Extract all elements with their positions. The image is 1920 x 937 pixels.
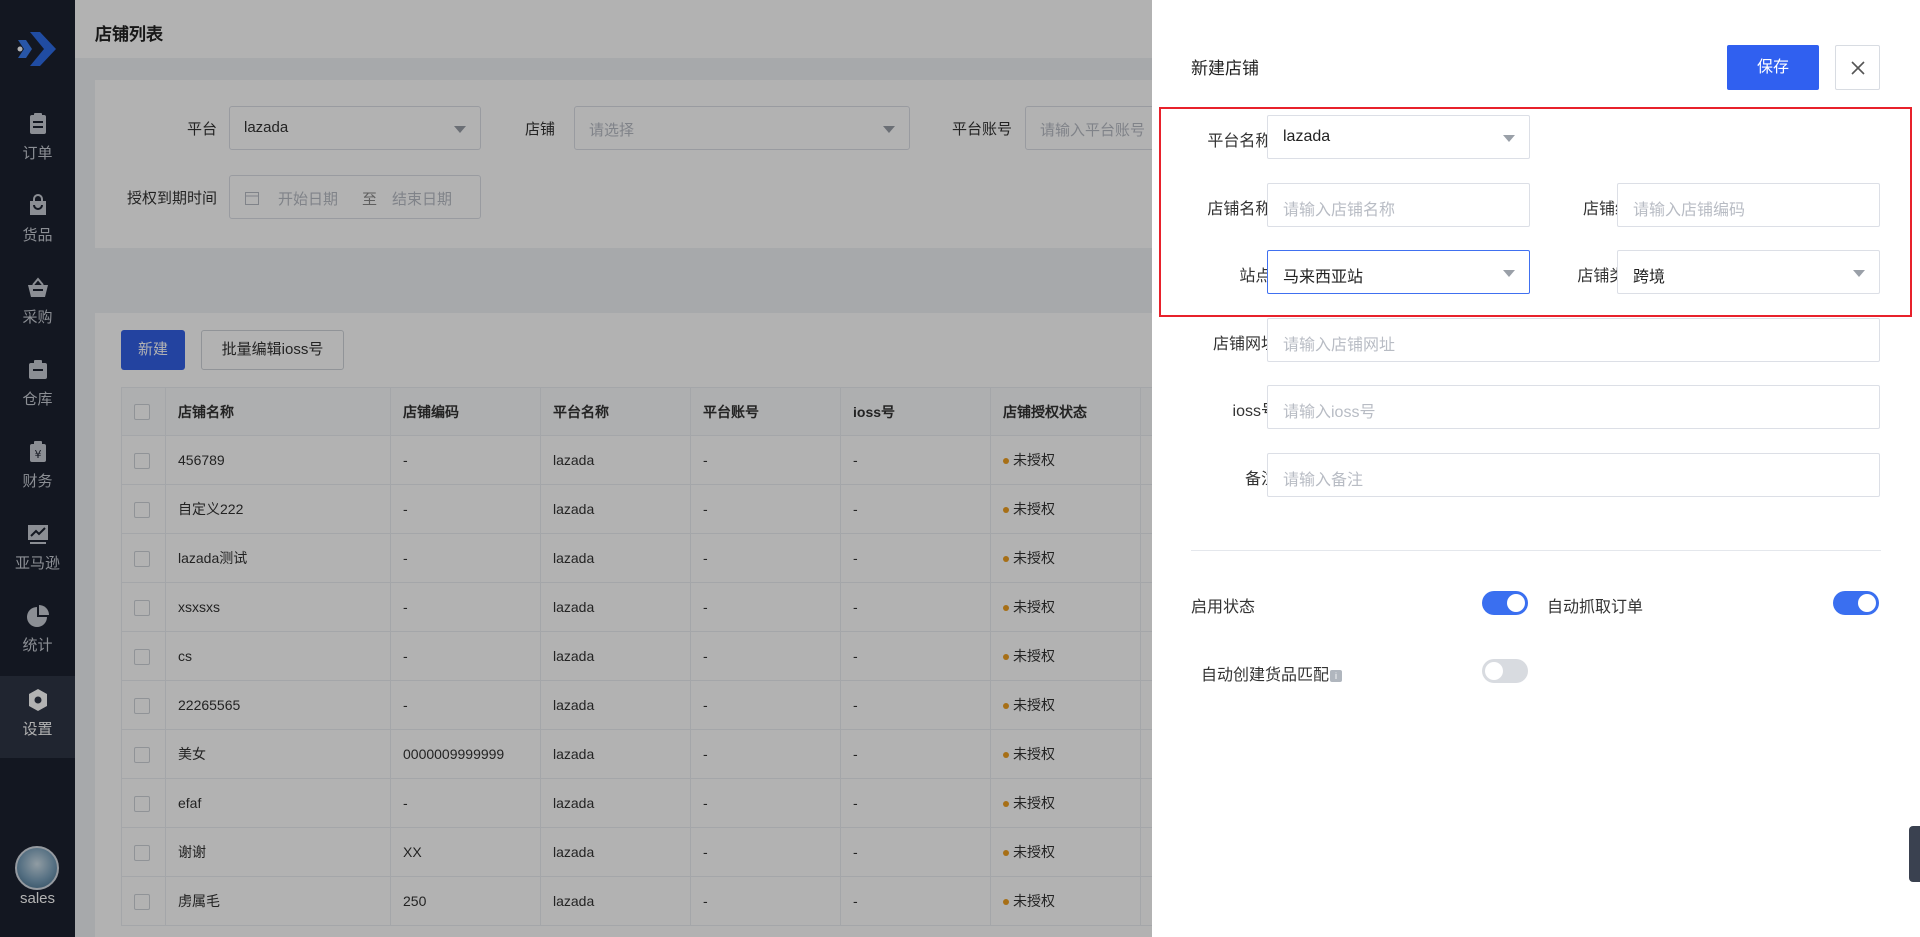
auto-match-goods-label: 自动创建货品匹配 i (1201, 661, 1343, 685)
site-value: 马来西亚站 (1283, 269, 1364, 286)
new-store-drawer: 新建店铺 保存 平台名称* lazada 店铺名称* 请输入店铺名称 店铺编码 … (1152, 0, 1920, 937)
site-select[interactable]: 马来西亚站 (1267, 250, 1530, 294)
platform-name-label-text: 平台名称 (1207, 133, 1272, 150)
side-widget-handle[interactable] (1909, 826, 1920, 882)
store-type-value: 跨境 (1633, 269, 1666, 286)
chevron-down-icon (1503, 135, 1515, 142)
chevron-down-icon (1853, 270, 1865, 277)
store-url-label: 店铺网址 (1212, 336, 1277, 353)
store-url-input[interactable]: 请输入店铺网址 (1267, 318, 1880, 362)
auto-match-goods-label-text: 自动创建货品匹配 (1201, 667, 1330, 684)
toggle-knob (1858, 594, 1876, 612)
auto-fetch-orders-label: 自动抓取订单 (1547, 599, 1644, 616)
chevron-down-icon (1503, 270, 1515, 277)
toggle-knob (1485, 662, 1503, 680)
enable-status-label: 启用状态 (1191, 599, 1256, 616)
platform-name-select[interactable]: lazada (1267, 115, 1530, 159)
store-name-input[interactable]: 请输入店铺名称 (1267, 183, 1530, 227)
store-name-label-text: 店铺名称 (1207, 201, 1272, 218)
store-name-placeholder: 请输入店铺名称 (1283, 202, 1396, 219)
auto-fetch-orders-toggle[interactable] (1833, 591, 1879, 615)
enable-status-toggle[interactable] (1482, 591, 1528, 615)
store-type-select[interactable]: 跨境 (1617, 250, 1880, 294)
store-code-input[interactable]: 请输入店铺编码 (1617, 183, 1880, 227)
remark-input[interactable]: 请输入备注 (1267, 453, 1880, 497)
auto-match-goods-toggle[interactable] (1482, 659, 1528, 683)
store-url-placeholder: 请输入店铺网址 (1283, 337, 1396, 354)
ioss-placeholder: 请输入ioss号 (1283, 404, 1376, 421)
ioss-input[interactable]: 请输入ioss号 (1267, 385, 1880, 429)
info-icon[interactable]: i (1330, 669, 1343, 682)
drawer-title: 新建店铺 (1191, 59, 1259, 78)
store-name-label: 店铺名称* (1162, 195, 1277, 219)
store-code-placeholder: 请输入店铺编码 (1633, 202, 1746, 219)
platform-name-value: lazada (1283, 128, 1331, 145)
close-icon (1851, 61, 1865, 75)
toggle-knob (1507, 594, 1525, 612)
remark-label: 备注 (1244, 471, 1277, 488)
ioss-label: ioss号 (1232, 403, 1277, 420)
save-button[interactable]: 保存 (1727, 45, 1819, 90)
site-label: 站点* (1162, 262, 1277, 286)
remark-placeholder: 请输入备注 (1283, 472, 1364, 489)
close-button[interactable] (1835, 45, 1880, 90)
platform-name-label: 平台名称* (1162, 127, 1277, 151)
divider (1191, 550, 1881, 551)
modal-overlay[interactable] (0, 0, 1152, 937)
